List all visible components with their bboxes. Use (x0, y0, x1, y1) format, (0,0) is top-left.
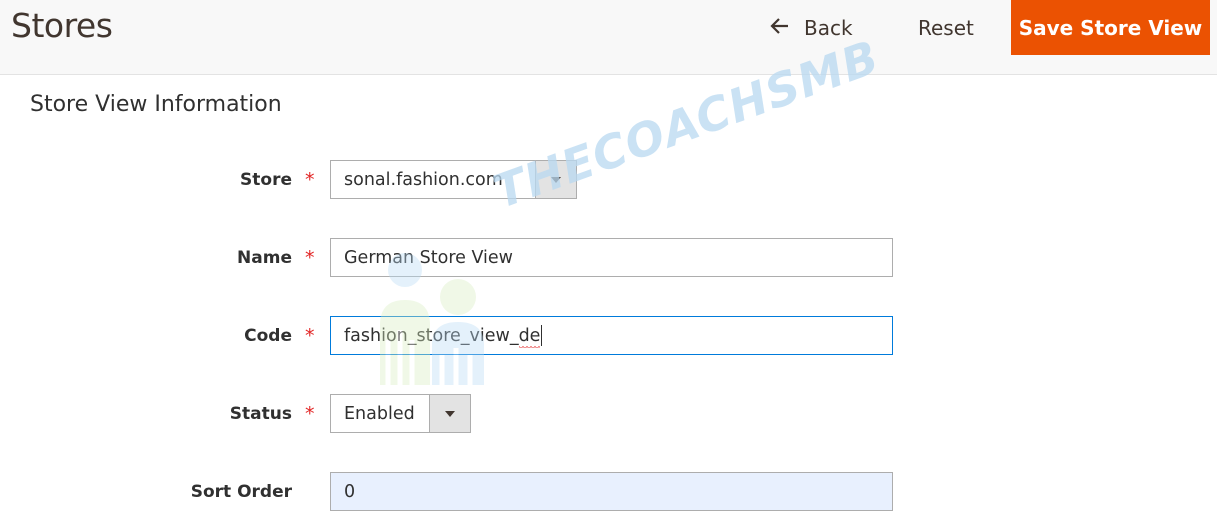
name-label: Name (237, 248, 292, 268)
required-indicator: * (305, 325, 315, 347)
sort-order-label: Sort Order (190, 482, 292, 502)
status-label: Status (229, 404, 292, 424)
text-caret (541, 325, 543, 346)
back-button[interactable]: Back (770, 12, 853, 44)
name-input-value: German Store View (344, 247, 513, 268)
name-input[interactable]: German Store View (330, 238, 893, 277)
back-button-label: Back (804, 16, 853, 40)
sort-order-input[interactable]: 0 (330, 472, 893, 511)
spellcheck-flagged-text: de (518, 325, 541, 349)
spellcheck-underline (518, 345, 541, 349)
flagged-word: de (518, 325, 541, 346)
section-title: Store View Information (30, 92, 282, 117)
status-select[interactable]: Enabled (330, 394, 471, 433)
store-select[interactable]: sonal.fashion.com (330, 160, 577, 199)
required-indicator: * (305, 169, 315, 191)
reset-button-label: Reset (918, 16, 974, 40)
page-title: Stores (11, 6, 113, 45)
dropdown-arrow-icon[interactable] (429, 395, 470, 432)
required-indicator: * (305, 247, 315, 269)
sort-order-input-value: 0 (344, 481, 356, 502)
required-indicator: * (305, 403, 315, 425)
dropdown-arrow-icon[interactable] (535, 161, 576, 198)
arrow-left-icon (770, 16, 790, 41)
code-input-value: fashion_store_view_ (344, 325, 519, 346)
code-label: Code (244, 326, 292, 346)
code-input[interactable]: fashion_store_view_ de (330, 316, 893, 355)
store-label: Store (240, 170, 292, 190)
reset-button[interactable]: Reset (918, 12, 974, 44)
save-store-view-button[interactable]: Save Store View (1011, 0, 1210, 55)
store-select-value: sonal.fashion.com (344, 169, 503, 190)
page-header: Stores Back Reset Save Store View (0, 0, 1217, 75)
status-select-value: Enabled (344, 403, 415, 424)
